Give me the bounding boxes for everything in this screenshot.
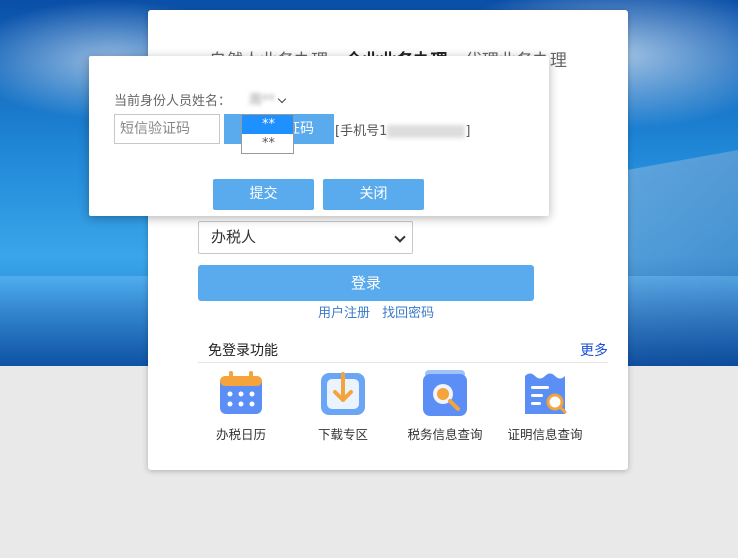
more-link[interactable]: 更多	[580, 340, 608, 360]
feature-tax-calendar[interactable]: 办税日历	[196, 368, 286, 443]
sms-verification-dialog: 当前身份人员姓名： 周** 短信验证码 获取验证码 [手机号1] ** ** 提…	[89, 56, 549, 216]
feature-label: 下载专区	[317, 427, 368, 442]
free-login-title: 免登录功能	[208, 343, 278, 359]
feature-download[interactable]: 下载专区	[298, 368, 388, 443]
feature-certificate-query[interactable]: 证明信息查询	[500, 368, 590, 443]
register-link[interactable]: 用户注册	[318, 306, 370, 321]
calendar-icon	[216, 368, 266, 418]
auth-links: 用户注册 找回密码	[318, 302, 442, 321]
role-select-value: 办税人	[211, 228, 257, 246]
feature-label: 办税日历	[215, 427, 266, 442]
submit-button[interactable]: 提交	[213, 179, 314, 210]
search-document-icon	[420, 368, 470, 418]
certificate-search-icon	[520, 368, 570, 418]
download-icon	[318, 368, 368, 418]
sms-code-input[interactable]: 短信验证码	[114, 114, 220, 144]
dropdown-option[interactable]: **	[242, 134, 293, 153]
chevron-down-icon	[394, 231, 406, 243]
phone-number-note: [手机号1]	[335, 120, 470, 139]
identity-dropdown[interactable]: ** **	[241, 114, 294, 154]
role-select[interactable]: 办税人	[198, 221, 413, 254]
feature-tax-info-query[interactable]: 税务信息查询	[400, 368, 490, 443]
identity-value: 周**	[249, 93, 276, 108]
close-button[interactable]: 关闭	[323, 179, 424, 210]
divider	[198, 362, 608, 363]
phone-suffix: ]	[465, 124, 471, 139]
phone-redacted	[387, 125, 466, 138]
identity-label: 当前身份人员姓名：	[114, 94, 232, 109]
identity-select[interactable]: 周**	[249, 89, 287, 108]
login-button[interactable]: 登录	[198, 265, 534, 301]
feature-label: 税务信息查询	[407, 427, 483, 442]
phone-prefix: [手机号1	[335, 124, 388, 139]
recover-password-link[interactable]: 找回密码	[382, 306, 434, 321]
chevron-down-icon	[277, 94, 287, 104]
feature-label: 证明信息查询	[507, 427, 583, 442]
dropdown-option[interactable]: **	[242, 115, 293, 134]
